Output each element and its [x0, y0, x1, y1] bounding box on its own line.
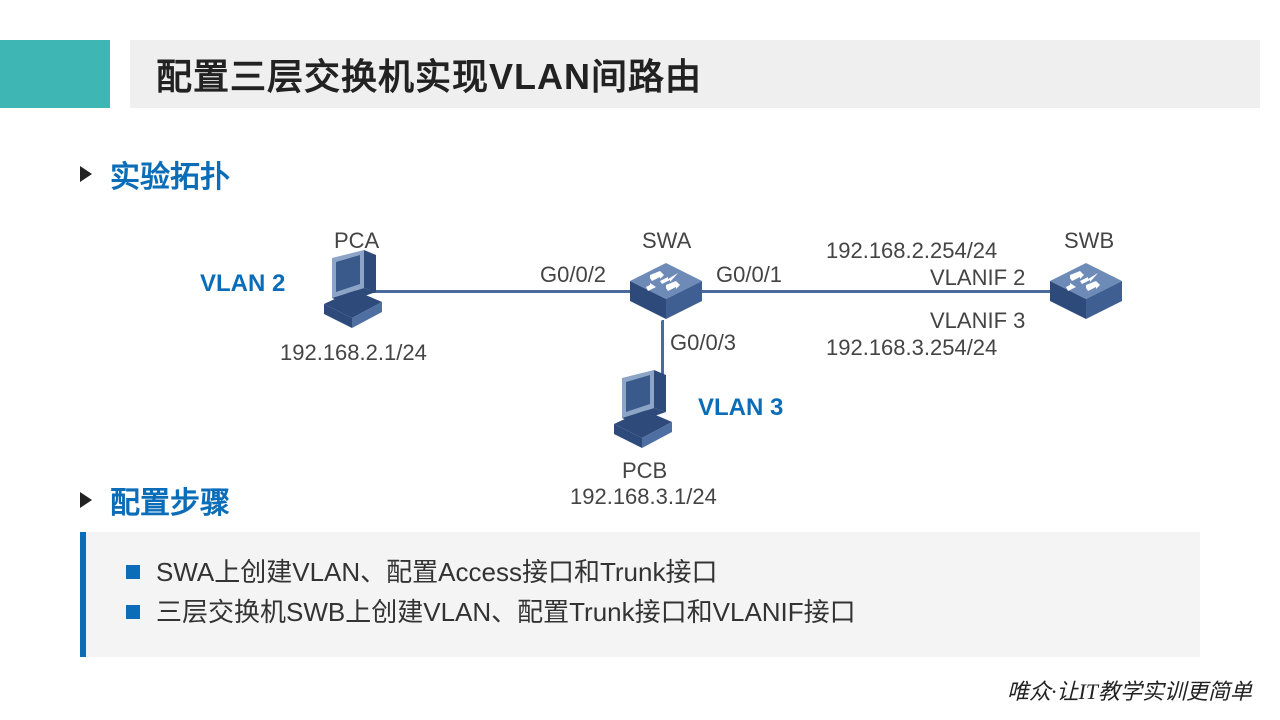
square-bullet-icon	[126, 605, 140, 619]
pca-ip: 192.168.2.1/24	[280, 340, 427, 366]
swa-g2: G0/0/2	[540, 262, 606, 288]
triangle-icon	[80, 492, 92, 508]
swb-vlanif2-ip: 192.168.2.254/24	[826, 238, 997, 264]
pcb-name: PCB	[622, 458, 667, 484]
accent-block	[0, 40, 110, 108]
swb-name: SWB	[1064, 228, 1114, 254]
vlan2-label: VLAN 2	[200, 270, 285, 298]
swb-vlanif2-label: VLANIF 2	[930, 265, 1025, 291]
pc-icon-pca	[310, 250, 390, 330]
step-text: SWA上创建VLAN、配置Access接口和Trunk接口	[156, 552, 717, 592]
section-topology: 实验拓扑	[80, 152, 230, 196]
swa-g1: G0/0/1	[716, 262, 782, 288]
pcb-ip: 192.168.3.1/24	[570, 484, 717, 510]
switch-icon-swa: SWITCH	[620, 255, 710, 325]
page-title: 配置三层交换机实现VLAN间路由	[156, 48, 702, 100]
vlan3-label: VLAN 3	[698, 394, 783, 422]
pca-name: PCA	[334, 228, 379, 254]
section-label: 实验拓扑	[110, 152, 230, 196]
footer-slogan: 唯众·让IT教学实训更简单	[1007, 674, 1252, 706]
switch-icon-swb: SWITCH	[1040, 255, 1130, 325]
section-label: 配置步骤	[110, 478, 230, 522]
square-bullet-icon	[126, 565, 140, 579]
title-bar: 配置三层交换机实现VLAN间路由	[130, 40, 1260, 108]
steps-box: SWA上创建VLAN、配置Access接口和Trunk接口 三层交换机SWB上创…	[80, 532, 1200, 657]
step-item: 三层交换机SWB上创建VLAN、配置Trunk接口和VLANIF接口	[126, 592, 1170, 632]
swb-vlanif3-label: VLANIF 3	[930, 308, 1025, 334]
section-steps: 配置步骤	[80, 478, 230, 522]
topology-diagram: PCA 192.168.2.1/24 VLAN 2 SWITCH SWA G0/…	[80, 210, 1200, 520]
triangle-icon	[80, 166, 92, 182]
swb-vlanif3-ip: 192.168.3.254/24	[826, 335, 997, 361]
link-pca-swa	[360, 290, 640, 293]
swa-g3: G0/0/3	[670, 330, 736, 356]
pc-icon-pcb	[600, 370, 680, 450]
swa-name: SWA	[642, 228, 691, 254]
step-text: 三层交换机SWB上创建VLAN、配置Trunk接口和VLANIF接口	[156, 592, 856, 632]
step-item: SWA上创建VLAN、配置Access接口和Trunk接口	[126, 552, 1170, 592]
